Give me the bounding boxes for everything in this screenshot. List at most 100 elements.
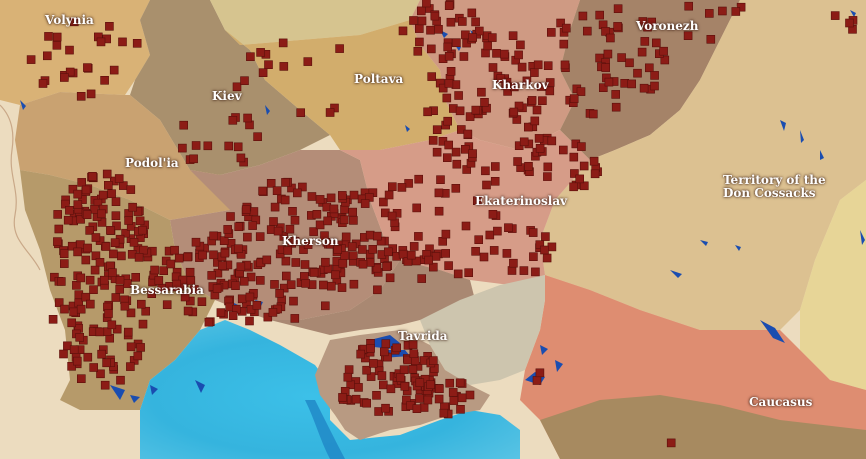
settlement-marker[interactable]	[162, 300, 172, 310]
settlement-marker[interactable]	[490, 177, 500, 186]
settlement-marker[interactable]	[132, 38, 142, 48]
settlement-marker[interactable]	[409, 16, 418, 25]
settlement-marker[interactable]	[493, 226, 502, 236]
settlement-marker[interactable]	[185, 267, 195, 277]
settlement-marker[interactable]	[532, 376, 542, 385]
settlement-marker[interactable]	[107, 320, 117, 330]
settlement-marker[interactable]	[419, 403, 429, 412]
settlement-marker[interactable]	[301, 279, 311, 288]
settlement-marker[interactable]	[98, 190, 108, 200]
settlement-marker[interactable]	[543, 172, 552, 181]
settlement-marker[interactable]	[178, 143, 187, 153]
settlement-marker[interactable]	[110, 238, 120, 247]
settlement-marker[interactable]	[538, 96, 547, 105]
settlement-marker[interactable]	[116, 375, 125, 385]
settlement-marker[interactable]	[468, 149, 477, 158]
settlement-marker[interactable]	[252, 300, 262, 310]
settlement-marker[interactable]	[115, 284, 124, 294]
settlement-marker[interactable]	[243, 232, 252, 242]
settlement-marker[interactable]	[464, 268, 474, 278]
settlement-marker[interactable]	[606, 33, 615, 43]
settlement-marker[interactable]	[408, 364, 418, 374]
settlement-marker[interactable]	[289, 296, 298, 306]
settlement-marker[interactable]	[95, 327, 105, 337]
settlement-marker[interactable]	[42, 51, 52, 61]
settlement-marker[interactable]	[650, 71, 659, 80]
settlement-marker[interactable]	[59, 259, 69, 268]
settlement-marker[interactable]	[650, 81, 659, 91]
settlement-marker[interactable]	[76, 273, 86, 283]
settlement-marker[interactable]	[443, 116, 453, 126]
settlement-marker[interactable]	[197, 297, 207, 307]
settlement-marker[interactable]	[485, 230, 495, 240]
settlement-marker[interactable]	[530, 68, 539, 77]
settlement-marker[interactable]	[97, 209, 106, 219]
settlement-marker[interactable]	[603, 49, 613, 59]
settlement-marker[interactable]	[124, 216, 133, 225]
settlement-marker[interactable]	[467, 8, 477, 18]
map[interactable]: Volynia Kiev Poltava Kharkov Voronezh Po…	[0, 0, 866, 459]
settlement-marker[interactable]	[106, 226, 115, 235]
settlement-marker[interactable]	[540, 245, 549, 255]
settlement-marker[interactable]	[415, 37, 424, 47]
settlement-marker[interactable]	[348, 251, 358, 260]
settlement-marker[interactable]	[343, 372, 353, 382]
settlement-marker[interactable]	[339, 215, 349, 225]
settlement-marker[interactable]	[290, 314, 300, 323]
settlement-marker[interactable]	[483, 41, 492, 51]
settlement-marker[interactable]	[72, 280, 81, 290]
settlement-marker[interactable]	[373, 285, 382, 295]
settlement-marker[interactable]	[423, 395, 433, 405]
settlement-marker[interactable]	[428, 136, 438, 145]
settlement-marker[interactable]	[830, 11, 840, 20]
settlement-marker[interactable]	[463, 129, 473, 139]
settlement-marker[interactable]	[223, 225, 232, 234]
settlement-marker[interactable]	[532, 105, 542, 115]
settlement-marker[interactable]	[312, 210, 322, 219]
settlement-marker[interactable]	[126, 342, 136, 352]
settlement-marker[interactable]	[417, 274, 427, 283]
settlement-marker[interactable]	[228, 116, 238, 125]
settlement-marker[interactable]	[459, 52, 469, 61]
settlement-marker[interactable]	[119, 181, 128, 190]
settlement-marker[interactable]	[452, 38, 461, 48]
settlement-marker[interactable]	[541, 232, 550, 241]
settlement-marker[interactable]	[243, 113, 252, 123]
settlement-marker[interactable]	[516, 40, 525, 50]
settlement-marker[interactable]	[444, 261, 453, 270]
settlement-marker[interactable]	[434, 206, 444, 216]
settlement-marker[interactable]	[461, 30, 470, 40]
settlement-marker[interactable]	[392, 343, 402, 353]
settlement-marker[interactable]	[625, 58, 634, 68]
settlement-marker[interactable]	[449, 396, 459, 405]
settlement-marker[interactable]	[441, 249, 451, 258]
settlement-marker[interactable]	[471, 105, 481, 115]
settlement-marker[interactable]	[183, 306, 193, 316]
settlement-marker[interactable]	[83, 352, 93, 362]
settlement-marker[interactable]	[83, 243, 92, 253]
settlement-marker[interactable]	[85, 275, 95, 285]
settlement-marker[interactable]	[348, 207, 358, 217]
settlement-marker[interactable]	[528, 228, 538, 237]
settlement-marker[interactable]	[104, 309, 113, 318]
settlement-marker[interactable]	[340, 205, 349, 214]
settlement-marker[interactable]	[519, 266, 529, 275]
settlement-marker[interactable]	[442, 153, 452, 162]
settlement-marker[interactable]	[436, 175, 445, 184]
settlement-marker[interactable]	[488, 63, 498, 72]
settlement-marker[interactable]	[237, 294, 247, 304]
settlement-marker[interactable]	[100, 275, 109, 285]
settlement-marker[interactable]	[560, 60, 570, 70]
settlement-marker[interactable]	[262, 255, 272, 265]
settlement-marker[interactable]	[109, 249, 118, 259]
settlement-marker[interactable]	[519, 137, 529, 147]
settlement-marker[interactable]	[258, 186, 267, 196]
settlement-marker[interactable]	[303, 57, 313, 66]
settlement-marker[interactable]	[509, 107, 519, 117]
settlement-marker[interactable]	[543, 61, 553, 71]
settlement-marker[interactable]	[513, 157, 522, 166]
settlement-marker[interactable]	[170, 245, 179, 255]
settlement-marker[interactable]	[480, 98, 489, 107]
settlement-marker[interactable]	[104, 181, 113, 190]
settlement-marker[interactable]	[611, 102, 621, 112]
